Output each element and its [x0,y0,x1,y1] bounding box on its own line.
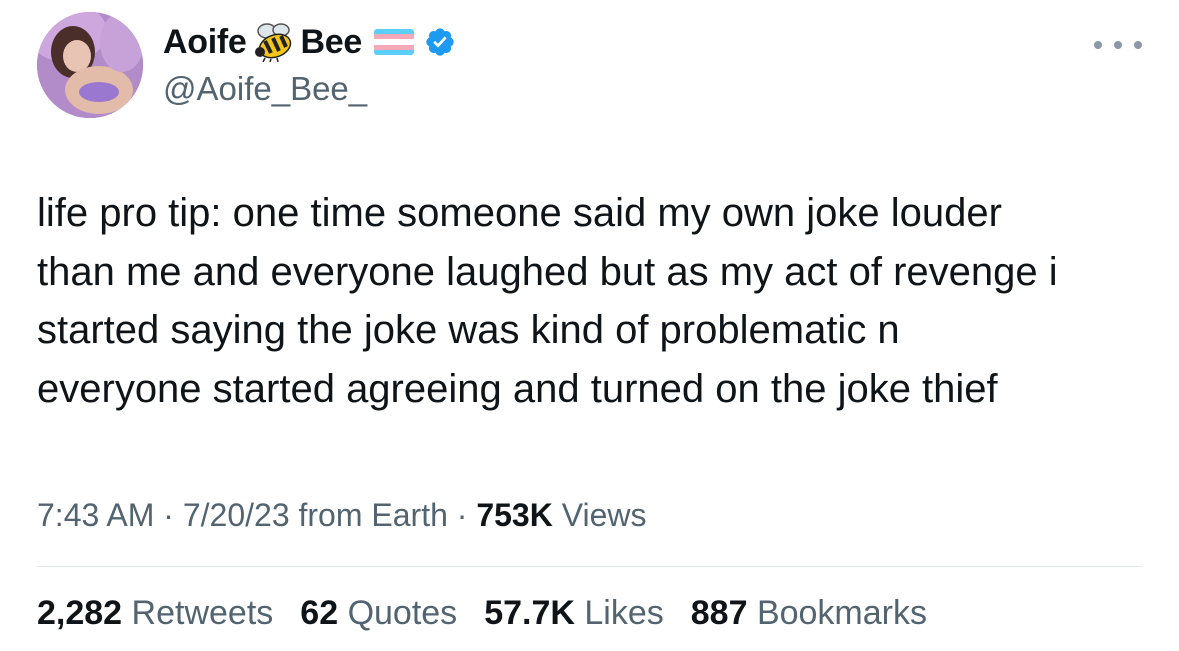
bee-icon [251,22,297,63]
tweet-date[interactable]: 7/20/23 [183,497,290,533]
bookmarks-stat[interactable]: 887 Bookmarks [691,594,927,633]
display-name[interactable]: Aoife Bee [163,22,456,63]
more-dot [1094,41,1102,49]
likes-count: 57.7K [484,594,575,632]
bookmarks-label: Bookmarks [756,594,927,632]
quotes-stat[interactable]: 62 Quotes [300,594,457,633]
likes-label: Likes [584,594,664,632]
more-dot [1114,41,1122,49]
bookmarks-count: 887 [690,594,748,632]
quotes-label: Quotes [347,594,458,632]
retweets-stat[interactable]: 2,282 Retweets [37,594,273,633]
transgender-flag-icon [374,29,414,55]
tweet-time[interactable]: 7:43 AM [37,497,154,533]
tweet-line: than me and everyone laughed but as my a… [37,249,1058,294]
retweets-count: 2,282 [37,594,123,632]
tweet-line: life pro tip: one time someone said my o… [37,191,1002,235]
tweet-source: from Earth [298,497,448,533]
quotes-count: 62 [300,594,339,632]
avatar[interactable] [37,12,143,118]
retweets-label: Retweets [131,594,274,632]
display-name-last: Bee [300,22,363,61]
tweet-line: everyone started agreeing and turned on … [37,366,998,411]
divider [37,566,1143,567]
engagement-stats: 2,282 Retweets 62 Quotes 57.7K Likes 887… [37,594,954,633]
display-name-first: Aoife [163,22,247,61]
more-dot [1134,41,1142,49]
views-count: 753K [476,497,553,533]
meta-separator: · [447,497,477,533]
tweet-line: started saying the joke was kind of prob… [37,308,900,352]
likes-stat[interactable]: 57.7K Likes [484,594,664,633]
tweet-meta: 7:43 AM · 7/20/23 from Earth · 753K View… [37,497,646,534]
verified-badge-icon[interactable] [424,26,456,58]
tweet-text: life pro tip: one time someone said my o… [37,184,1147,418]
more-options-icon[interactable] [1094,33,1142,57]
views-label: Views [561,497,647,533]
avatar-photo [37,12,143,118]
user-handle[interactable]: @Aoife_Bee_ [163,70,367,108]
meta-separator: · [154,497,183,533]
